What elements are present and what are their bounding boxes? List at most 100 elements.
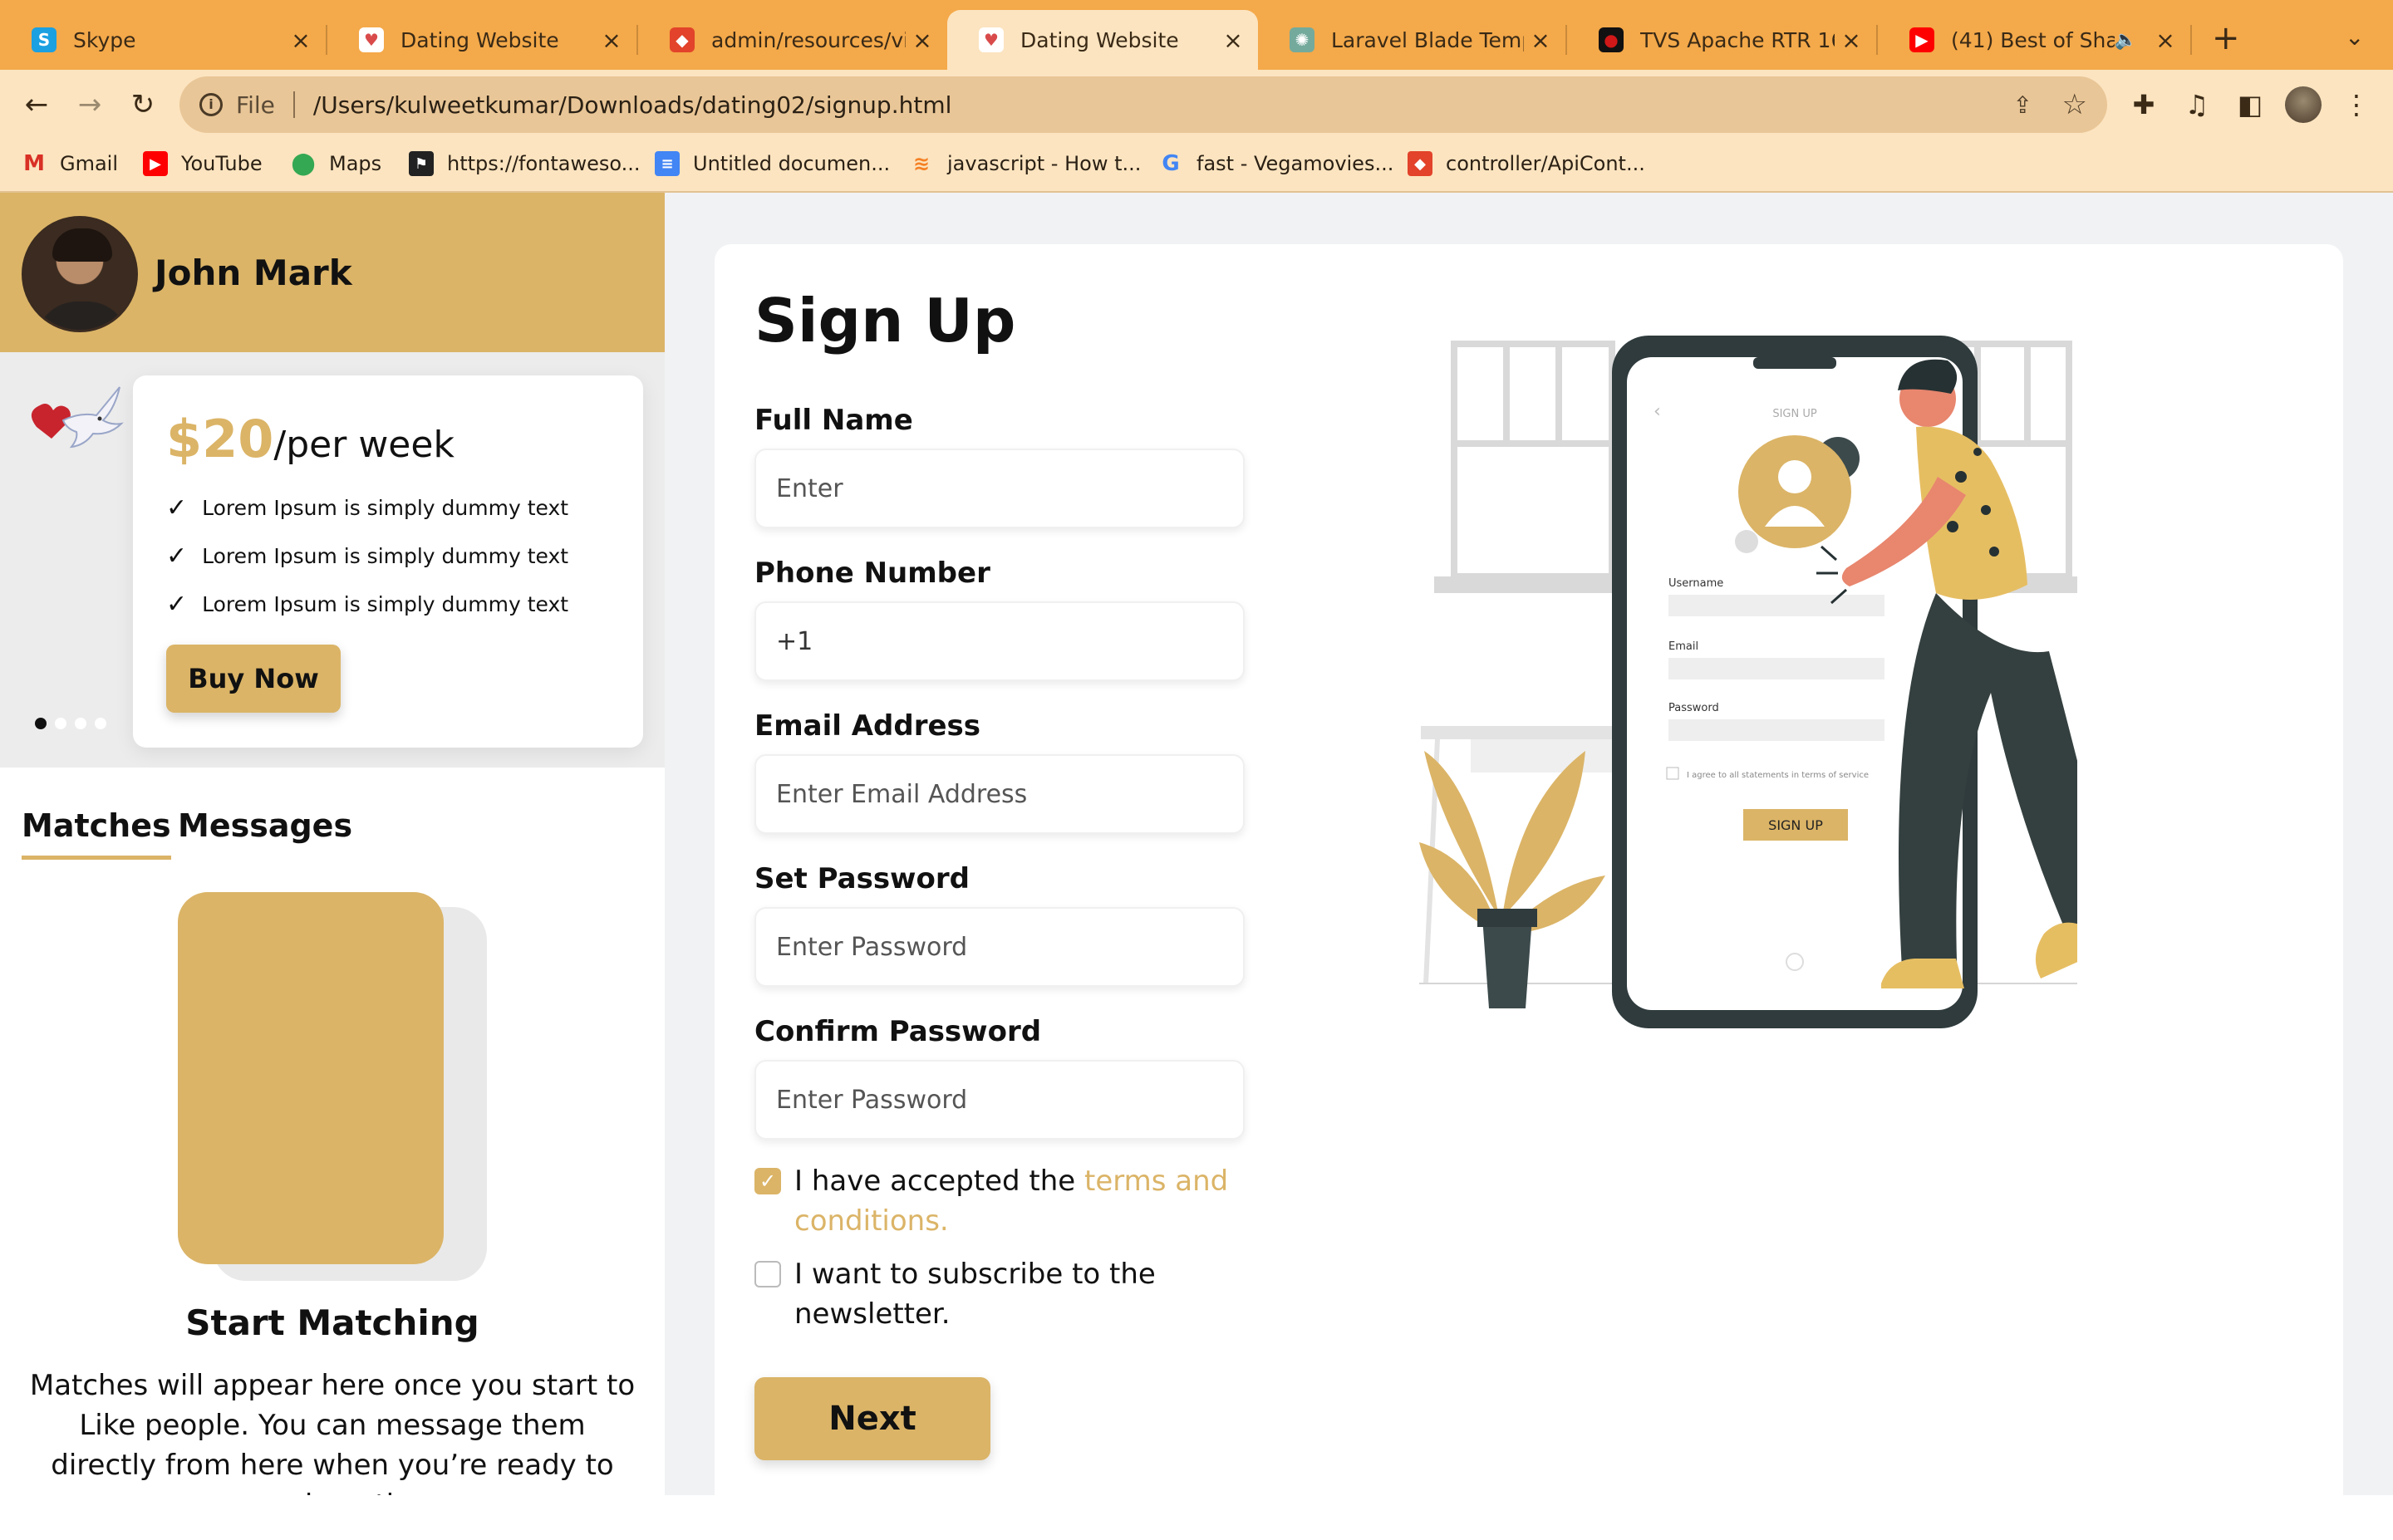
tab-divider <box>2190 25 2192 55</box>
tab-title: admin/resources/vie <box>711 27 906 52</box>
signup-illustration: SIGN UP ‹ Username Email Password I agre… <box>1419 336 2077 1028</box>
signup-card: Sign Up Full Name Phone Number Email Add… <box>715 244 2343 1540</box>
phone-password-label: Password <box>1668 702 1719 714</box>
avatar[interactable] <box>22 216 138 332</box>
chatgpt-icon: ✺ <box>1290 27 1314 52</box>
reload-icon[interactable]: ↻ <box>125 86 161 123</box>
pricing-carousel: $20/per week ✓ Lorem Ipsum is simply dumm… <box>0 352 665 768</box>
email-input[interactable] <box>754 754 1245 834</box>
speaker-icon[interactable]: 🔈 <box>2115 30 2137 51</box>
side-panel-icon[interactable]: ◧ <box>2232 86 2268 123</box>
extensions-puzzle-icon[interactable]: ✚ <box>2125 86 2162 123</box>
carousel-dot[interactable] <box>55 718 66 729</box>
info-icon[interactable]: i <box>199 93 223 116</box>
bookmark-vegamovies[interactable]: G fast - Vegamovies... <box>1158 151 1393 176</box>
address-bar[interactable]: i File /Users/kulweetkumar/Downloads/dat… <box>179 76 2107 133</box>
close-icon[interactable]: × <box>595 27 628 54</box>
feature-item: ✓ Lorem Ipsum is simply dummy text <box>166 493 568 522</box>
phone-agree-text: I agree to all statements in terms of se… <box>1687 771 1869 780</box>
full-name-label: Full Name <box>754 404 913 437</box>
back-arrow-icon[interactable]: ← <box>18 86 55 123</box>
tab-title: (41) Best of Shah <box>1951 27 2115 52</box>
browser-tab[interactable]: S Skype × <box>0 10 326 70</box>
newsletter-label: I want to subscribe to the newsletter. <box>794 1258 1156 1331</box>
url-text[interactable]: /Users/kulweetkumar/Downloads/dating02/s… <box>313 91 952 119</box>
bookmark-untitled-doc[interactable]: ≡ Untitled documen... <box>655 151 890 176</box>
close-icon[interactable]: × <box>1524 27 1557 54</box>
gitlab-icon: ◆ <box>1408 151 1432 176</box>
password-label: Set Password <box>754 862 970 895</box>
cupid-icon: ♥ <box>359 27 384 52</box>
feature-text: Lorem Ipsum is simply dummy text <box>202 544 569 568</box>
price-amount: $20 <box>166 409 274 469</box>
buy-now-button[interactable]: Buy Now <box>166 645 341 713</box>
media-controls-icon[interactable]: ♫ <box>2179 86 2215 123</box>
close-icon[interactable]: × <box>1216 27 1250 54</box>
browser-tab[interactable]: ♥ Dating Website × <box>327 10 636 70</box>
phone-email-label: Email <box>1668 640 1698 653</box>
bookmark-gmail[interactable]: M Gmail <box>22 151 118 176</box>
terms-checkbox[interactable]: ✓ <box>754 1168 781 1194</box>
bookmark-youtube[interactable]: ▶ YouTube <box>143 151 263 176</box>
google-icon: G <box>1162 151 1180 176</box>
full-name-input[interactable] <box>754 449 1245 528</box>
feature-text: Lorem Ipsum is simply dummy text <box>202 592 569 616</box>
close-icon[interactable]: × <box>284 27 317 54</box>
terms-prefix: I have accepted the <box>794 1165 1085 1198</box>
empty-state-description: Matches will appear here once you start … <box>29 1369 636 1495</box>
next-button[interactable]: Next <box>754 1377 990 1460</box>
tab-title: Dating Website <box>400 27 559 52</box>
terms-text: I have accepted the terms and conditions… <box>794 1161 1270 1241</box>
phone-username-label: Username <box>1668 577 1723 590</box>
carousel-dot[interactable] <box>75 718 86 729</box>
bookmark-fontawesome[interactable]: ⚑ https://fontaweso... <box>409 151 641 176</box>
avatar-hair <box>52 228 112 262</box>
pricing-card: $20/per week ✓ Lorem Ipsum is simply dumm… <box>133 375 643 748</box>
kebab-menu-icon[interactable]: ⋮ <box>2338 86 2375 123</box>
bookmark-label: Untitled documen... <box>693 152 891 175</box>
phone-screen-title: SIGN UP <box>1772 408 1817 420</box>
bookmark-stackoverflow[interactable]: ≋ javascript - How t... <box>909 151 1141 176</box>
flag-icon: ⚑ <box>409 151 434 176</box>
newsletter-checkbox[interactable] <box>754 1261 781 1287</box>
avatar-body <box>36 302 129 330</box>
phone-input[interactable] <box>754 601 1245 681</box>
docs-icon: ≡ <box>655 151 680 176</box>
tab-matches[interactable]: Matches <box>22 807 171 860</box>
tab-messages[interactable]: Messages <box>178 807 352 844</box>
tab-search-chevron-icon[interactable]: ⌄ <box>2345 23 2364 51</box>
bookmark-gitlab-controller[interactable]: ◆ controller/ApiCont... <box>1408 151 1645 176</box>
close-icon[interactable]: × <box>2149 27 2182 54</box>
bookmark-star-icon[interactable]: ☆ <box>2062 88 2087 121</box>
browser-tab[interactable]: ◆ admin/resources/vie × <box>638 10 947 70</box>
checkmark-icon: ✓ <box>166 493 188 522</box>
confirm-password-input[interactable] <box>754 1060 1245 1140</box>
password-input[interactable] <box>754 907 1245 987</box>
close-icon[interactable]: × <box>1835 27 1868 54</box>
match-card-placeholder <box>178 892 444 1264</box>
terms-checkbox-row: ✓ I have accepted the terms and conditio… <box>754 1161 1270 1241</box>
phone-back-arrow-icon: ‹ <box>1653 401 1661 422</box>
forward-arrow-icon[interactable]: → <box>71 86 108 123</box>
browser-tab[interactable]: ✺ Laravel Blade Templa × <box>1258 10 1565 70</box>
phone-label: Phone Number <box>754 557 990 590</box>
sidebar: John Mark $20/per week ✓ Lorem Ipsum is s… <box>0 193 665 1495</box>
page-title: Sign Up <box>754 286 1016 356</box>
gitlab-icon: ◆ <box>670 27 695 52</box>
feature-item: ✓ Lorem Ipsum is simply dummy text <box>166 590 568 619</box>
bookmark-maps[interactable]: ⬤ Maps <box>291 151 381 176</box>
close-icon[interactable]: × <box>906 27 939 54</box>
bookmark-label: Maps <box>329 152 382 175</box>
new-tab-plus-icon[interactable]: + <box>2212 22 2240 55</box>
browser-toolbar: ← → ↻ i File /Users/kulweetkumar/Downloa… <box>0 70 2393 140</box>
browser-tab[interactable]: ● TVS Apache RTR 160 × <box>1567 10 1876 70</box>
browser-tab-active[interactable]: ♥ Dating Website × <box>947 10 1258 70</box>
carousel-dot-active[interactable] <box>35 718 47 729</box>
user-name: John Mark <box>155 253 352 293</box>
skype-icon: S <box>32 27 57 52</box>
profile-avatar[interactable] <box>2285 86 2322 123</box>
share-icon[interactable]: ⇪ <box>2013 91 2032 119</box>
browser-tab[interactable]: ▶ (41) Best of Shah 🔈 × <box>1878 10 2190 70</box>
carousel-dot[interactable] <box>95 718 106 729</box>
youtube-icon: ▶ <box>1909 27 1934 52</box>
